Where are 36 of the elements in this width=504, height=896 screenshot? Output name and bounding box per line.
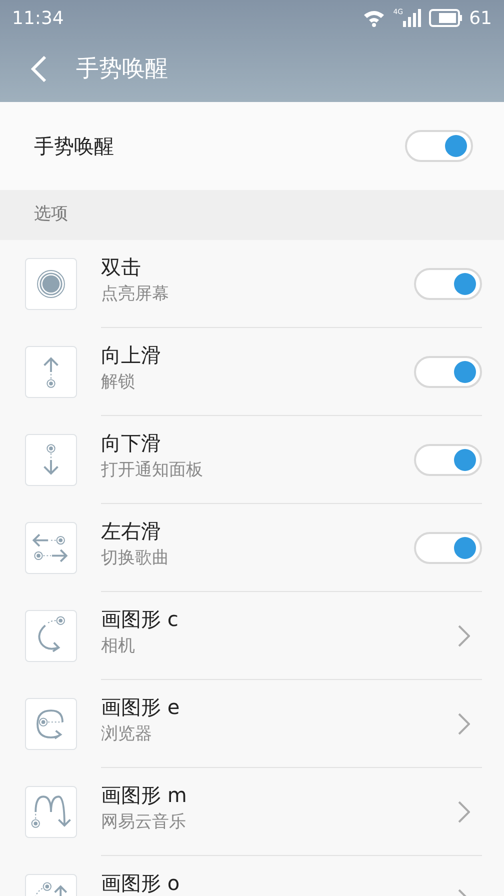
option-subtitle: 相机 — [101, 636, 136, 658]
option-subtitle: 解锁 — [101, 372, 136, 394]
option-toggle[interactable] — [414, 356, 482, 388]
option-subtitle: 打开通知面板 — [101, 460, 204, 482]
page-title: 手势唤醒 — [76, 54, 168, 84]
master-toggle[interactable] — [405, 130, 473, 162]
option-toggle[interactable] — [414, 444, 482, 476]
option-subtitle: 网易云音乐 — [101, 812, 187, 834]
draw-c-icon — [25, 610, 77, 662]
option-title: 画图形 o — [101, 871, 181, 896]
swipe-down-icon — [25, 434, 77, 486]
option-title: 向上滑 — [101, 343, 162, 368]
status-time: 11:34 — [12, 6, 64, 30]
signal-icon — [403, 9, 422, 27]
option-subtitle: 切换歌曲 — [101, 548, 170, 570]
battery-icon — [429, 9, 464, 27]
swipe-up-icon — [25, 346, 77, 398]
option-subtitle: 点亮屏幕 — [101, 284, 170, 306]
section-title: 选项 — [34, 203, 68, 226]
option-toggle[interactable] — [414, 268, 482, 300]
draw-e-icon — [25, 698, 77, 750]
option-title: 画图形 c — [101, 607, 180, 632]
option-title: 画图形 m — [101, 783, 188, 808]
option-subtitle: 浏览器 — [101, 724, 153, 746]
option-title: 双击 — [101, 255, 142, 280]
option-title: 左右滑 — [101, 519, 162, 544]
battery-percent: 61 — [469, 6, 492, 30]
draw-m-icon — [25, 786, 77, 838]
wifi-icon — [363, 9, 386, 27]
option-title: 向下滑 — [101, 431, 162, 456]
swipe-left-right-icon — [25, 522, 77, 574]
double-tap-icon — [25, 258, 77, 310]
master-label: 手势唤醒 — [34, 133, 115, 160]
back-icon — [31, 56, 47, 82]
option-toggle[interactable] — [414, 532, 482, 564]
option-title: 画图形 e — [101, 695, 181, 720]
